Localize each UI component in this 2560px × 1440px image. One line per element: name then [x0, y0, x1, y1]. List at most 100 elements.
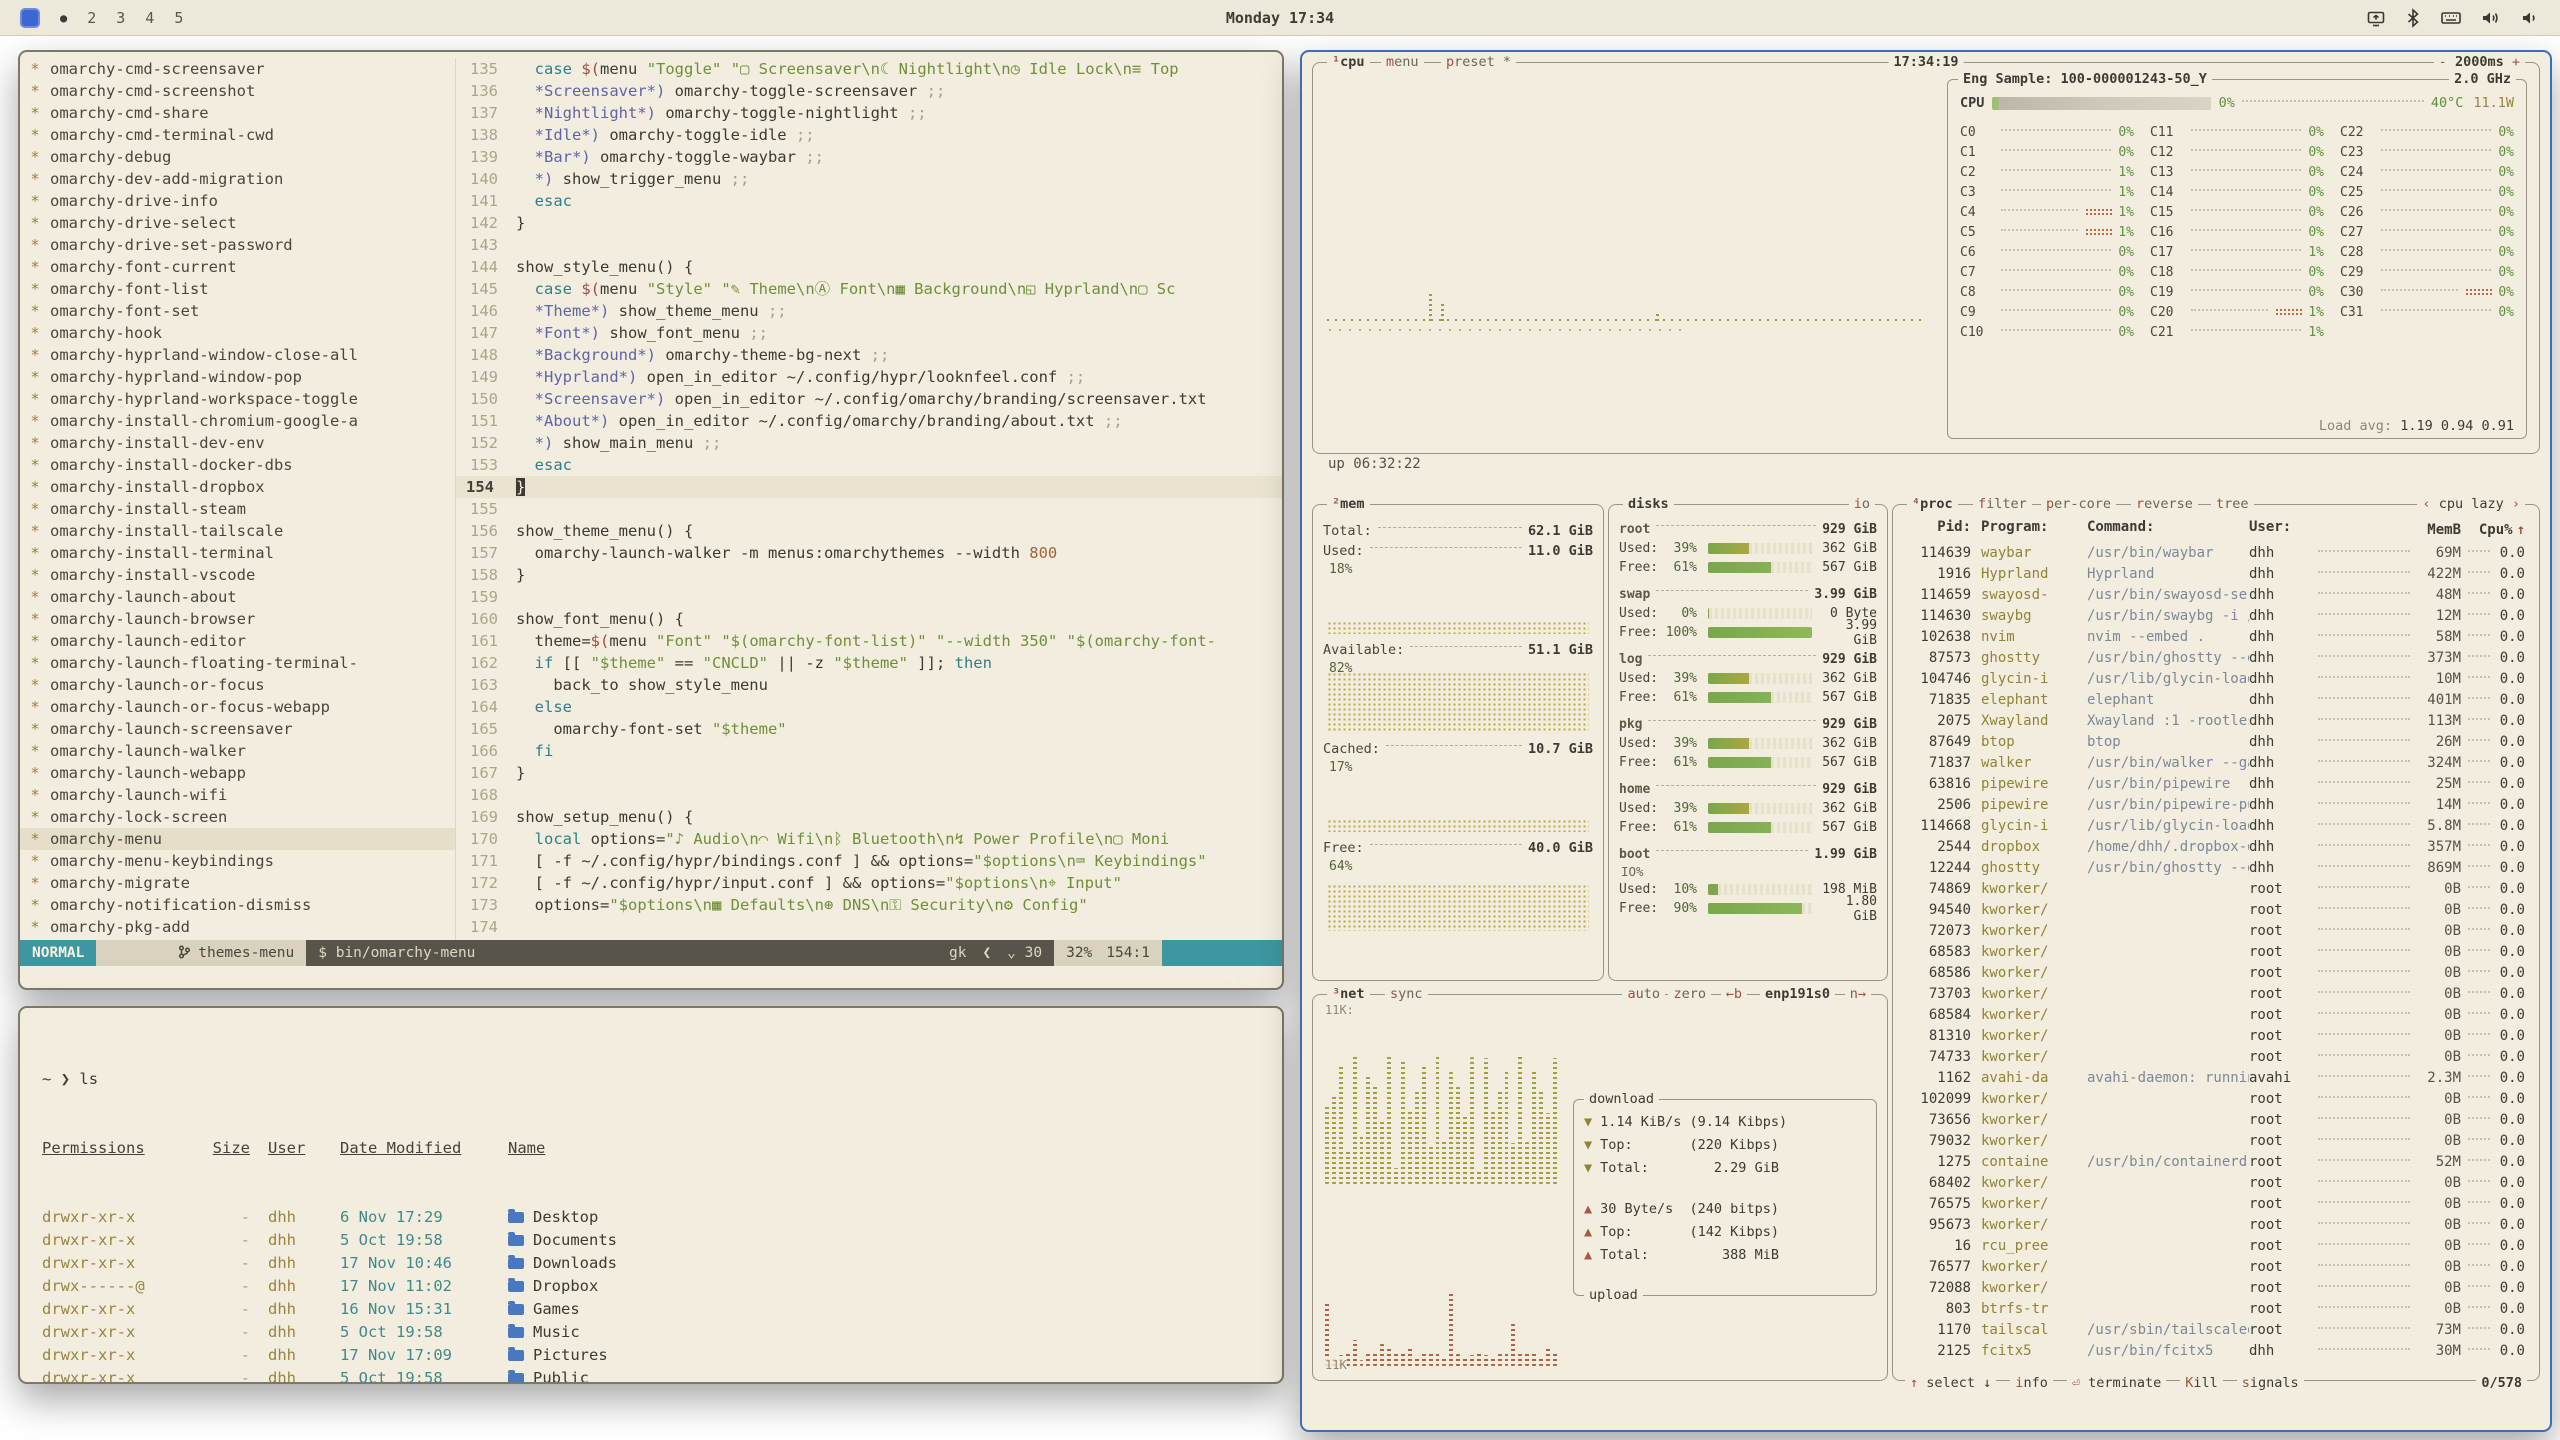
terminate-key[interactable]: ⏎ terminate [2067, 1375, 2166, 1391]
code-line[interactable]: 135 case $(menu "Toggle" "▢ Screensaver\… [456, 58, 1282, 80]
code-line[interactable]: 136 *Screensaver*) omarchy-toggle-screen… [456, 80, 1282, 102]
process-row[interactable]: 76575kworker/root0B0.0 [1907, 1194, 2525, 1215]
filter-button[interactable]: filter [1973, 495, 2032, 513]
file-list-item[interactable]: *omarchy-cmd-share [20, 102, 455, 124]
file-list-item[interactable]: *omarchy-launch-browser [20, 608, 455, 630]
terminal-output[interactable]: ~ ❯ ls Permissions Size User Date Modifi… [20, 1008, 1282, 1384]
code-line[interactable]: 159 [456, 586, 1282, 608]
code-line[interactable]: 167} [456, 762, 1282, 784]
process-row[interactable]: 114659swayosd-/usr/bin/swayosd-serverdhh… [1907, 585, 2525, 606]
command-line[interactable] [20, 966, 1282, 988]
process-row[interactable]: 95673kworker/root0B0.0 [1907, 1215, 2525, 1236]
process-row[interactable]: 2506pipewire/usr/bin/pipewire-pulsedhh14… [1907, 795, 2525, 816]
file-list-item[interactable]: *omarchy-launch-editor [20, 630, 455, 652]
file-list-item[interactable]: *omarchy-install-docker-dbs [20, 454, 455, 476]
file-list-item[interactable]: *omarchy-install-dev-env [20, 432, 455, 454]
file-list-item[interactable]: *omarchy-drive-info [20, 190, 455, 212]
kill-key[interactable]: Kill [2180, 1375, 2223, 1391]
signals-key[interactable]: signals [2237, 1375, 2304, 1391]
workspace-5[interactable]: 5 [174, 9, 183, 27]
process-row[interactable]: 114668glycin-i/usr/lib/glycin-loadersdhh… [1907, 816, 2525, 837]
process-row[interactable]: 12244ghostty/usr/bin/ghostty --gtk-dhh86… [1907, 858, 2525, 879]
code-line[interactable]: 152 *) show_main_menu ;; [456, 432, 1282, 454]
select-keys[interactable]: ↑ select ↓ [1905, 1375, 1996, 1391]
process-row[interactable]: 87649btopbtopdhh26M0.0 [1907, 732, 2525, 753]
process-row[interactable]: 2125fcitx5/usr/bin/fcitx5dhh30M0.0 [1907, 1341, 2525, 1362]
process-row[interactable]: 1162avahi-daavahi-daemon: running [avahi… [1907, 1068, 2525, 1089]
process-row[interactable]: 87573ghostty/usr/bin/ghostty --gtk-dhh37… [1907, 648, 2525, 669]
io-mode-toggle[interactable]: io [1849, 495, 1875, 513]
file-list-item[interactable]: *omarchy-font-set [20, 300, 455, 322]
file-list-item[interactable]: *omarchy-pkg-add [20, 916, 455, 938]
process-row[interactable]: 71835elephantelephantdhh401M0.0 [1907, 690, 2525, 711]
file-list-item[interactable]: *omarchy-drive-select [20, 212, 455, 234]
col-command[interactable]: Command: [2087, 519, 2249, 541]
preset-button[interactable]: preset * [1441, 53, 1516, 71]
file-list-item[interactable]: *omarchy-install-vscode [20, 564, 455, 586]
iface-prev-button[interactable]: ←b [1721, 985, 1747, 1003]
process-row[interactable]: 81310kworker/root0B0.0 [1907, 1026, 2525, 1047]
process-row[interactable]: 94540kworker/root0B0.0 [1907, 900, 2525, 921]
process-row[interactable]: 68583kworker/root0B0.0 [1907, 942, 2525, 963]
code-line[interactable]: 138 *Idle*) omarchy-toggle-idle ;; [456, 124, 1282, 146]
volume-low-icon[interactable] [2520, 8, 2540, 28]
process-row[interactable]: 1275containe/usr/bin/containerdroot52M0.… [1907, 1152, 2525, 1173]
code-line[interactable]: 156show_theme_menu() { [456, 520, 1282, 542]
file-list-item[interactable]: *omarchy-launch-or-focus [20, 674, 455, 696]
file-list-item[interactable]: *omarchy-lock-screen [20, 806, 455, 828]
process-row[interactable]: 1170tailscal/usr/sbin/tailscaled --root7… [1907, 1320, 2525, 1341]
file-list-item[interactable]: *omarchy-migrate [20, 872, 455, 894]
file-list-item[interactable]: *omarchy-cmd-terminal-cwd [20, 124, 455, 146]
file-list-item[interactable]: *omarchy-hook [20, 322, 455, 344]
file-list-item[interactable]: *omarchy-launch-floating-terminal- [20, 652, 455, 674]
reverse-toggle[interactable]: reverse [2131, 495, 2198, 513]
process-row[interactable]: 76577kworker/root0B0.0 [1907, 1257, 2525, 1278]
file-list-item[interactable]: *omarchy-cmd-screenshot [20, 80, 455, 102]
net-zero-toggle[interactable]: zero [1668, 985, 1711, 1003]
code-line[interactable]: 149 *Hyprland*) open_in_editor ~/.config… [456, 366, 1282, 388]
file-list-item[interactable]: *omarchy-hyprland-workspace-toggle [20, 388, 455, 410]
process-row[interactable]: 79032kworker/root0B0.0 [1907, 1131, 2525, 1152]
code-line[interactable]: 162 if [[ "$theme" == "CNCLD" || -z "$th… [456, 652, 1282, 674]
process-row[interactable]: 71837walker/usr/bin/walker --gappldhh324… [1907, 753, 2525, 774]
code-line[interactable]: 153 esac [456, 454, 1282, 476]
code-line[interactable]: 143 [456, 234, 1282, 256]
screencast-icon[interactable] [2366, 8, 2386, 28]
code-line[interactable]: 170 local options="♪ Audio\n⌒ Wifi\nᛒ Bl… [456, 828, 1282, 850]
code-line[interactable]: 161 theme=$(menu "Font" "$(omarchy-font-… [456, 630, 1282, 652]
code-line[interactable]: 158} [456, 564, 1282, 586]
code-line[interactable]: 172 [ -f ~/.config/hypr/input.conf ] && … [456, 872, 1282, 894]
process-row[interactable]: 74733kworker/root0B0.0 [1907, 1047, 2525, 1068]
keyboard-icon[interactable] [2440, 8, 2462, 28]
process-row[interactable]: 63816pipewire/usr/bin/pipewiredhh25M0.0 [1907, 774, 2525, 795]
file-list-item[interactable]: *omarchy-install-chromium-google-a [20, 410, 455, 432]
volume-high-icon[interactable] [2480, 8, 2502, 28]
code-line[interactable]: 137 *Nightlight*) omarchy-toggle-nightli… [456, 102, 1282, 124]
col-memory[interactable]: MemB [2311, 519, 2461, 541]
code-line[interactable]: 166 fi [456, 740, 1282, 762]
net-sync-toggle[interactable]: sync [1385, 985, 1428, 1003]
file-list-item[interactable]: *omarchy-launch-wifi [20, 784, 455, 806]
code-line[interactable]: 169show_setup_menu() { [456, 806, 1282, 828]
menu-button[interactable]: menu [1381, 53, 1424, 71]
net-auto-toggle[interactable]: auto [1622, 985, 1665, 1003]
process-row[interactable]: 2075XwaylandXwayland :1 -rootless -dhh11… [1907, 711, 2525, 732]
code-line[interactable]: 168 [456, 784, 1282, 806]
process-row[interactable]: 72073kworker/root0B0.0 [1907, 921, 2525, 942]
process-row[interactable]: 803btrfs-trroot0B0.0 [1907, 1299, 2525, 1320]
update-interval-control[interactable]: - 2000ms + [2434, 53, 2525, 71]
file-list-item[interactable]: *omarchy-font-list [20, 278, 455, 300]
process-row[interactable]: 74869kworker/root0B0.0 [1907, 879, 2525, 900]
workspace-active-indicator[interactable]: ● [60, 11, 67, 25]
file-list-item[interactable]: *omarchy-launch-about [20, 586, 455, 608]
code-line[interactable]: 155 [456, 498, 1282, 520]
code-line[interactable]: 141 esac [456, 190, 1282, 212]
process-row[interactable]: 68402kworker/root0B0.0 [1907, 1173, 2525, 1194]
process-row[interactable]: 102638nvimnvim --embed .dhh58M0.0 [1907, 627, 2525, 648]
file-list-item[interactable]: *omarchy-launch-screensaver [20, 718, 455, 740]
file-list-item[interactable]: *omarchy-install-terminal [20, 542, 455, 564]
code-line[interactable]: 150 *Screensaver*) open_in_editor ~/.con… [456, 388, 1282, 410]
per-core-toggle[interactable]: per-core [2041, 495, 2116, 513]
file-list-item[interactable]: *omarchy-menu [20, 828, 455, 850]
file-list-item[interactable]: *omarchy-install-steam [20, 498, 455, 520]
